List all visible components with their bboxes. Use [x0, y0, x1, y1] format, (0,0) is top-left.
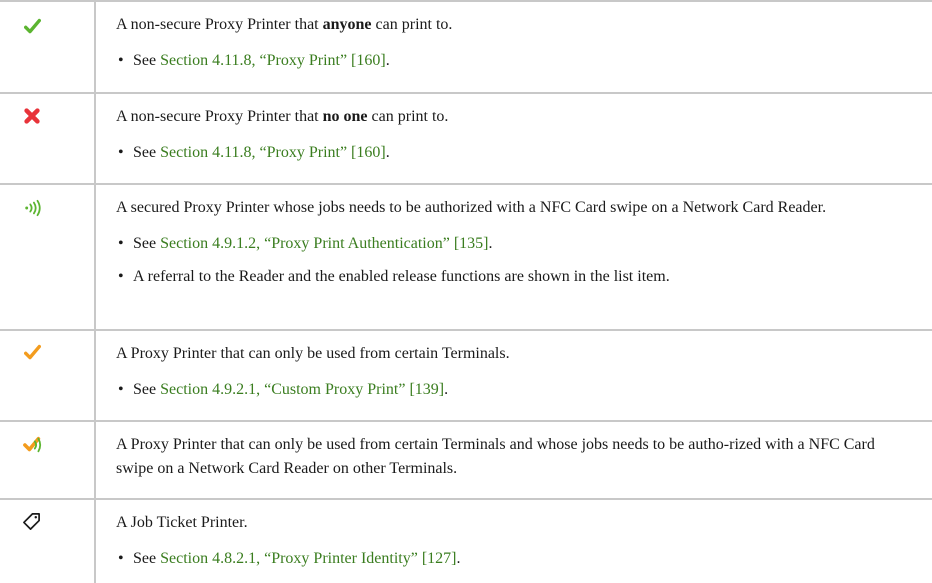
icon-cell	[0, 185, 96, 329]
see-label: See	[133, 144, 161, 161]
see-item: See Section 4.11.8, “Proxy Print” [160].	[116, 141, 920, 165]
section-link-proxy-printer-identity[interactable]: Section 4.8.2.1, “Proxy Printer Identity…	[160, 550, 456, 567]
period: .	[385, 52, 390, 69]
referral-item: A referral to the Reader and the enabled…	[116, 265, 920, 289]
table-row-anyone: A non-secure Proxy Printer that anyone c…	[0, 0, 932, 92]
icon-cell	[0, 331, 96, 420]
desc-text: can print to.	[367, 108, 449, 125]
see-list: See Section 4.11.8, “Proxy Print” [160].	[116, 141, 920, 165]
icon-cell	[0, 500, 96, 583]
tag-icon	[23, 513, 40, 530]
section-link-proxy-print-authentication[interactable]: Section 4.9.1.2, “Proxy Print Authentica…	[160, 235, 488, 252]
table-row-terminals-nfc: A Proxy Printer that can only be used fr…	[0, 420, 932, 498]
red-x-icon	[24, 108, 40, 124]
green-check-icon	[24, 18, 41, 34]
see-list: See Section 4.8.2.1, “Proxy Printer Iden…	[116, 547, 920, 571]
table-row-certain-terminals: A Proxy Printer that can only be used fr…	[0, 329, 932, 420]
desc-text: A non-secure Proxy Printer that	[116, 108, 323, 125]
nfc-signal-icon	[25, 199, 41, 217]
description-cell: A secured Proxy Printer whose jobs needs…	[116, 185, 920, 329]
description-cell: A non-secure Proxy Printer that anyone c…	[116, 2, 920, 92]
period: .	[385, 144, 390, 161]
row-description: A secured Proxy Printer whose jobs needs…	[116, 199, 827, 216]
row-description: A Proxy Printer that can only be used fr…	[116, 345, 510, 362]
row-description: A Job Ticket Printer.	[116, 514, 248, 531]
see-label: See	[133, 235, 161, 252]
see-item: See Section 4.8.2.1, “Proxy Printer Iden…	[116, 547, 920, 571]
row-description: A non-secure Proxy Printer that anyone c…	[116, 2, 920, 37]
row-description: A non-secure Proxy Printer that no one c…	[116, 94, 920, 129]
desc-text: A non-secure Proxy Printer that	[116, 16, 323, 33]
see-list: See Section 4.9.1.2, “Proxy Print Authen…	[116, 232, 920, 289]
desc-bold: no one	[322, 108, 368, 125]
section-link-custom-proxy-print[interactable]: Section 4.9.2.1, “Custom Proxy Print” [1…	[160, 381, 444, 398]
row-description: A Proxy Printer that can only be used fr…	[116, 436, 875, 477]
table-row-no-one: A non-secure Proxy Printer that no one c…	[0, 92, 932, 183]
see-label: See	[133, 550, 161, 567]
table-row-nfc-secured: A secured Proxy Printer whose jobs needs…	[0, 183, 932, 329]
section-link-proxy-print[interactable]: Section 4.11.8, “Proxy Print” [160]	[160, 144, 386, 161]
check-nfc-combo-icon	[23, 436, 42, 453]
see-list: See Section 4.9.2.1, “Custom Proxy Print…	[116, 378, 920, 402]
description-cell: A Proxy Printer that can only be used fr…	[116, 422, 920, 498]
see-item: See Section 4.9.2.1, “Custom Proxy Print…	[116, 378, 920, 402]
period: .	[456, 550, 461, 567]
orange-check-icon	[24, 344, 41, 360]
description-cell: A Job Ticket Printer. See Section 4.8.2.…	[116, 500, 920, 583]
section-link-proxy-print[interactable]: Section 4.11.8, “Proxy Print” [160]	[160, 52, 386, 69]
see-list: See Section 4.11.8, “Proxy Print” [160].	[116, 49, 920, 73]
desc-text: can print to.	[371, 16, 453, 33]
desc-bold: anyone	[322, 16, 372, 33]
table-row-job-ticket: A Job Ticket Printer. See Section 4.8.2.…	[0, 498, 932, 583]
description-cell: A non-secure Proxy Printer that no one c…	[116, 94, 920, 183]
icon-cell	[0, 422, 96, 498]
see-label: See	[133, 381, 161, 398]
see-label: See	[133, 52, 161, 69]
period: .	[488, 235, 493, 252]
description-cell: A Proxy Printer that can only be used fr…	[116, 331, 920, 420]
see-item: See Section 4.11.8, “Proxy Print” [160].	[116, 49, 920, 73]
period: .	[444, 381, 449, 398]
icon-cell	[0, 2, 96, 92]
icon-cell	[0, 94, 96, 183]
see-item: See Section 4.9.1.2, “Proxy Print Authen…	[116, 232, 920, 256]
